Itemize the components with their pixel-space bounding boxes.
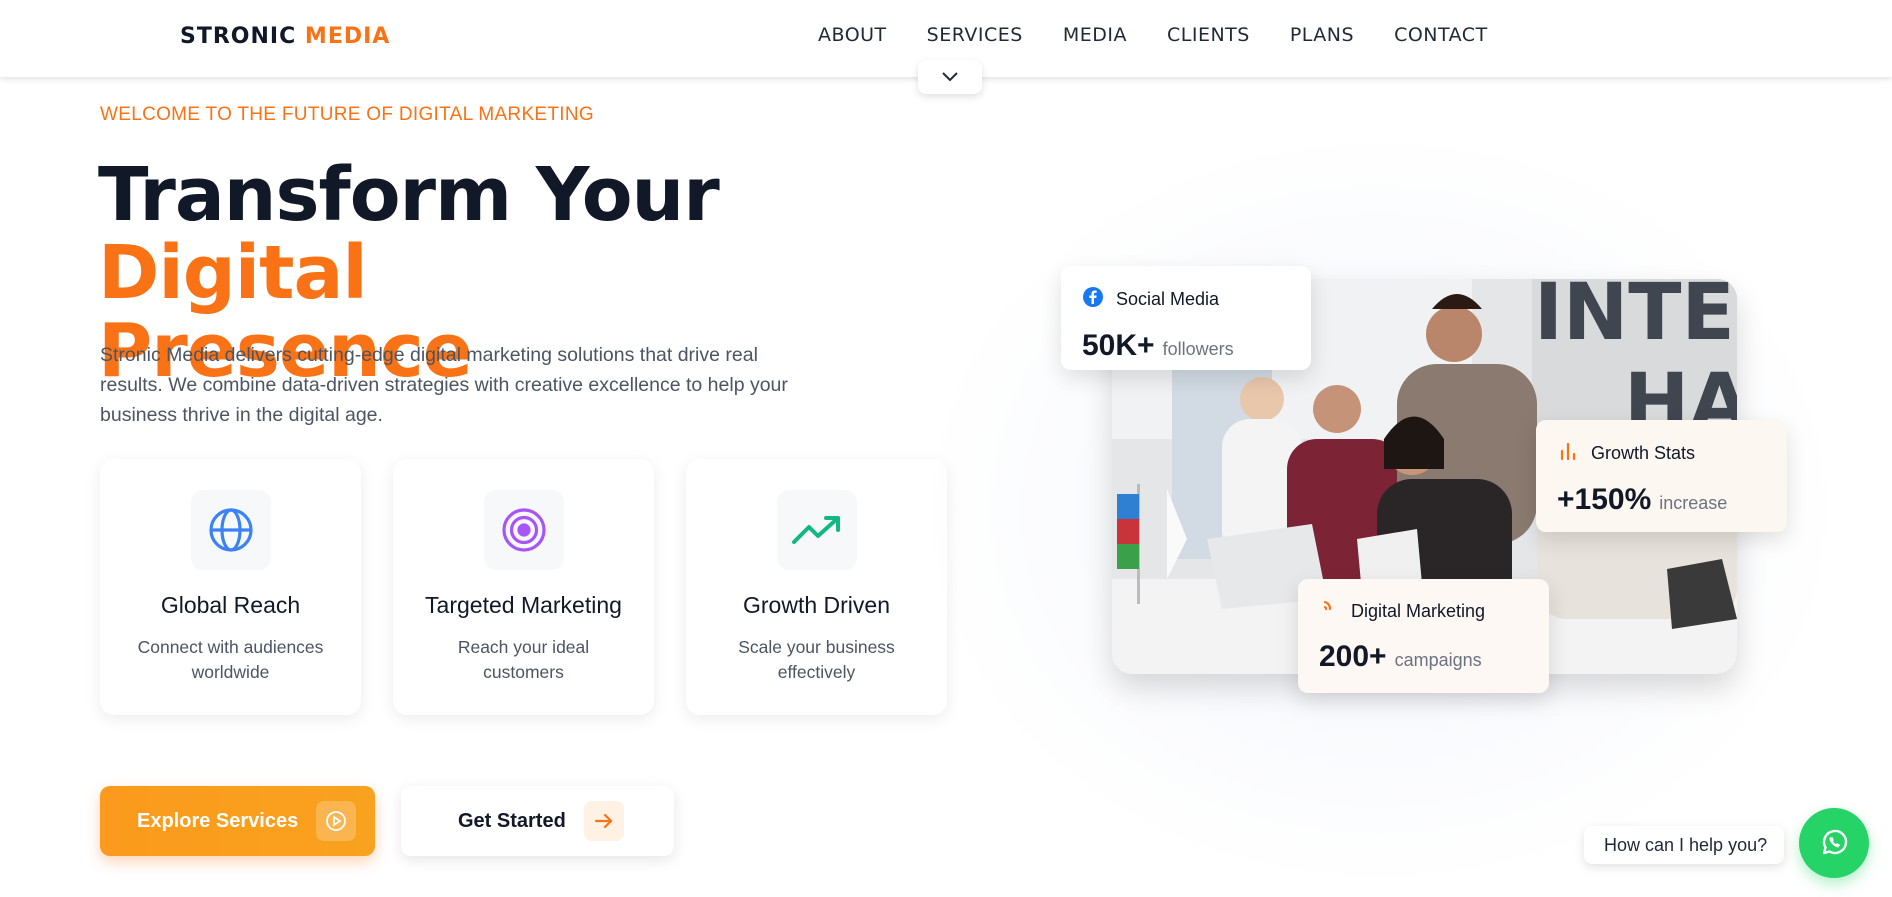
stat-unit: increase [1659, 493, 1728, 513]
get-started-button[interactable]: Get Started [401, 786, 674, 856]
main-nav: ABOUT SERVICES MEDIA CLIENTS PLANS CONTA… [818, 24, 1528, 46]
arrow-right-icon [583, 801, 624, 841]
stat-value: +150% [1557, 483, 1652, 516]
stat-card-social-media: Social Media 50K+ followers [1061, 266, 1311, 370]
stat-label: Growth Stats [1591, 443, 1696, 463]
nav-contact[interactable]: CONTACT [1394, 24, 1488, 46]
nav-collapse-button[interactable] [918, 60, 982, 94]
feature-title: Growth Driven [743, 592, 890, 618]
feature-title: Targeted Marketing [425, 592, 622, 618]
get-started-label: Get Started [458, 809, 566, 832]
hero-title-accent1: Digital [98, 230, 368, 316]
feature-title: Global Reach [160, 592, 301, 618]
facebook-icon [1082, 286, 1104, 313]
bar-chart-icon [1557, 440, 1579, 467]
feature-card-global-reach[interactable]: Global Reach Connect with audiences worl… [100, 459, 361, 715]
chevron-down-icon [942, 72, 958, 82]
stat-card-growth-stats: Growth Stats +150% increase [1536, 420, 1787, 532]
stat-unit: followers [1162, 339, 1234, 359]
logo-accent: MEDIA [304, 24, 391, 49]
logo[interactable]: STRONIC MEDIA [180, 24, 390, 49]
play-circle-icon [316, 801, 357, 841]
globe-icon [191, 490, 271, 570]
hero-title-part1: Transform Your [98, 152, 720, 238]
stat-label: Digital Marketing [1351, 601, 1486, 621]
hero-description: Stronic Media delivers cutting-edge digi… [100, 344, 788, 426]
feature-card-growth-driven[interactable]: Growth Driven Scale your business effect… [686, 459, 947, 715]
nav-about[interactable]: ABOUT [818, 24, 887, 46]
explore-services-button[interactable]: Explore Services [100, 786, 375, 856]
feature-cards: Global Reach Connect with audiences worl… [100, 459, 947, 715]
target-icon [484, 490, 564, 570]
stat-unit: campaigns [1394, 650, 1482, 670]
feature-text: Scale your business effectively [738, 637, 895, 682]
feature-text: Reach your ideal customers [457, 637, 590, 682]
svg-text:INTEL: INTEL [1534, 279, 1737, 358]
stat-value: 200+ [1319, 640, 1387, 673]
nav-plans[interactable]: PLANS [1290, 24, 1354, 46]
nav-media[interactable]: MEDIA [1063, 24, 1127, 46]
nav-clients[interactable]: CLIENTS [1167, 24, 1250, 46]
stat-label: Social Media [1116, 289, 1220, 309]
logo-main: STRONIC [180, 24, 297, 49]
nav-services[interactable]: SERVICES [927, 24, 1023, 46]
hero-eyebrow: WELCOME TO THE FUTURE OF DIGITAL MARKETI… [100, 104, 594, 125]
chat-prompt-bubble[interactable]: How can I help you? [1584, 826, 1784, 864]
feature-card-targeted-marketing[interactable]: Targeted Marketing Reach your ideal cust… [393, 459, 654, 715]
stat-value: 50K+ [1082, 329, 1155, 362]
explore-services-label: Explore Services [137, 809, 299, 832]
whatsapp-icon [1822, 829, 1848, 855]
signal-icon [1319, 599, 1339, 624]
feature-text: Connect with audiences worldwide [137, 637, 324, 682]
trending-up-icon [777, 490, 857, 570]
whatsapp-chat-button[interactable] [1799, 808, 1869, 878]
stat-card-digital-marketing: Digital Marketing 200+ campaigns [1298, 579, 1549, 693]
